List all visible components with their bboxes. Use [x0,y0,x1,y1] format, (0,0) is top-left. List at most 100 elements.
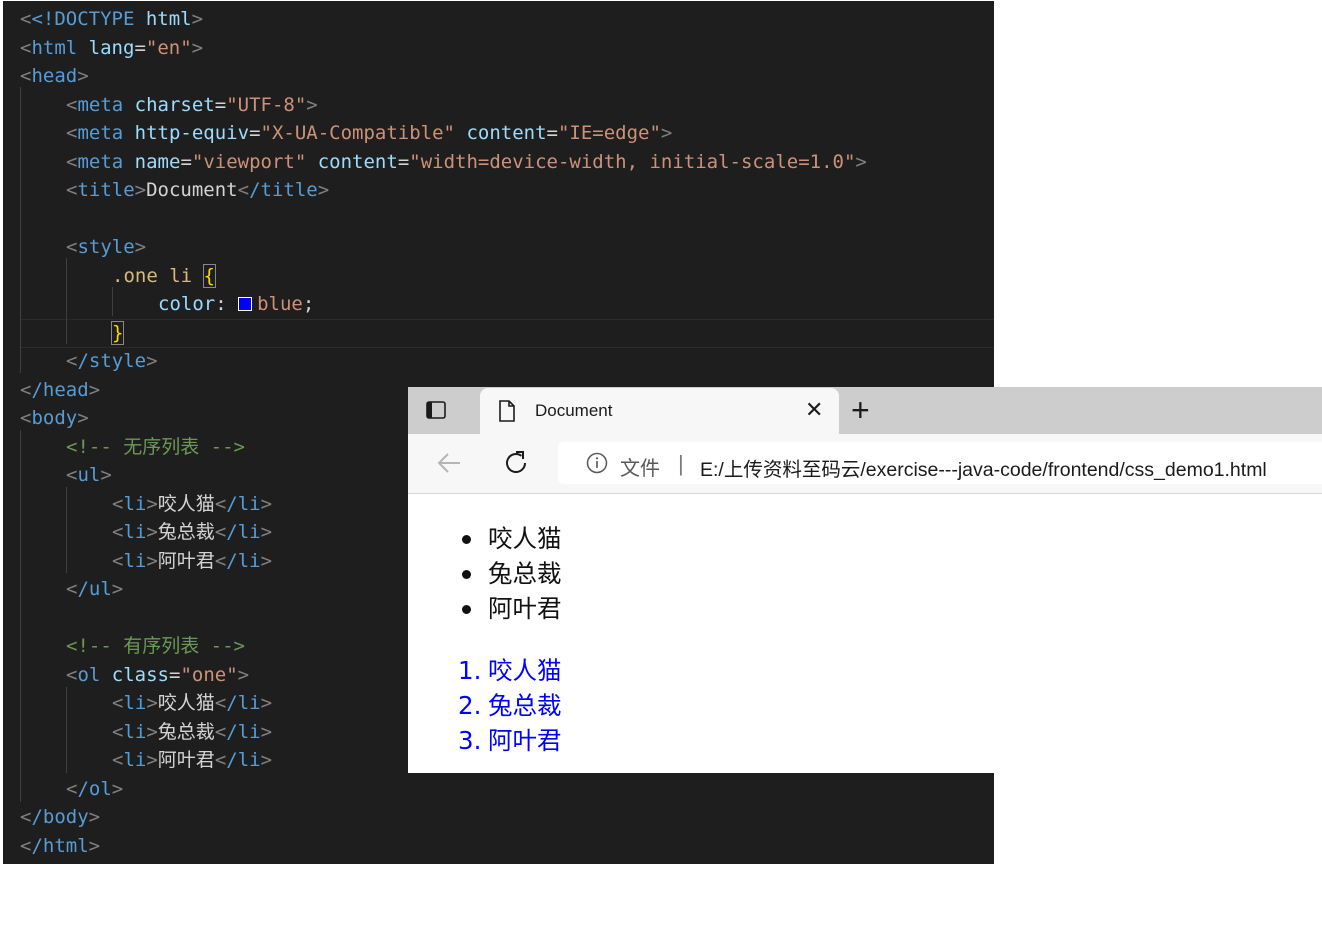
code-token: body [31,407,78,429]
code-token: <!DOCTYPE [31,8,135,30]
code-line: <li>兔总裁</li> [112,721,273,743]
tab-actions-icon[interactable] [425,399,447,421]
tab-document[interactable]: Document ✕ [480,388,839,434]
code-line: <<!DOCTYPE html> [20,8,204,30]
indent-guide [112,287,113,316]
code-token: "viewport" [191,151,307,173]
code-line: </body> [20,806,101,828]
code-token: lang [88,37,135,59]
code-token: charset [134,94,215,116]
code-token: content [317,151,398,173]
indent-guide [66,258,67,344]
indent-guide [20,87,21,373]
code-line: <head> [20,65,89,87]
code-token: /li [226,550,261,572]
code-line: .one li { [112,262,217,291]
code-line: } [110,319,125,348]
code-token: html [145,8,192,30]
list-item: 2. 兔总裁 [458,688,562,723]
indent-guide [66,687,67,773]
code-line: <html lang="en"> [20,37,204,59]
code-token: li [123,521,147,543]
code-line: <meta http-equiv="X-UA-Compatible" conte… [66,122,673,144]
tab-title: Document [535,401,613,420]
back-arrow-icon[interactable] [436,451,462,475]
file-label: 文件 [620,458,660,480]
code-token: head [31,65,78,87]
page-icon [499,400,515,422]
code-line: <li>兔总裁</li> [112,521,273,543]
indent-guide [66,487,67,573]
code-token: li [123,692,147,714]
list-item: 兔总裁 [462,556,562,591]
code-token: /style [77,350,147,372]
code-line: </ul> [66,578,124,600]
code-line: <!-- 有序列表 --> [66,632,245,661]
code-line: <meta name="viewport" content="width=dev… [66,151,867,173]
code-token: blue [257,293,303,315]
indent-guide [20,430,21,802]
code-token: 阿叶君 [157,749,215,771]
code-token: { [202,264,217,288]
info-icon[interactable] [586,452,608,474]
code-token: "en" [145,37,192,59]
bullet-icon [462,570,471,579]
code-token: 咬人猫 [157,493,215,515]
list-item-text: 阿叶君 [488,726,562,755]
list-item-text: 兔总裁 [488,691,562,720]
code-line: <style> [66,236,147,258]
code-token: /li [226,721,261,743]
code-line: </html> [20,835,101,857]
list-number: 2. [458,691,482,720]
url-text[interactable]: E:/上传资料至码云/exercise---java-code/frontend… [700,453,1267,482]
code-line: <ul> [66,464,112,486]
code-token: 兔总裁 [157,721,215,743]
page-viewport: 咬人猫 兔总裁 阿叶君 1. 咬人猫 2. 兔总裁 3. 阿叶君 [408,494,1322,773]
code-line: <li>阿叶君</li> [112,749,273,771]
list-item-text: 兔总裁 [488,559,562,588]
code-token: http-equiv [134,122,250,144]
browser-window: Document ✕ + 文件 | E:/上传资料至码云/exercise---… [408,387,1322,773]
code-line: <li>阿叶君</li> [112,550,273,572]
code-token: style [77,236,135,258]
address-separator: | [678,451,684,476]
list-item-text: 咬人猫 [488,524,562,553]
new-tab-button[interactable]: + [851,393,870,427]
code-token: ; [302,293,315,315]
code-token: } [110,321,125,345]
code-token: meta [77,151,124,173]
close-icon[interactable]: ✕ [805,399,823,421]
address-bar[interactable]: 文件 | E:/上传资料至码云/exercise---java-code/fro… [558,442,1322,484]
color-swatch[interactable] [238,297,253,311]
code-line: </head> [20,379,101,401]
list-item-text: 咬人猫 [488,656,562,685]
code-comment: <!-- 有序列表 --> [66,635,245,657]
code-token: /ul [77,578,112,600]
code-token: name [134,151,181,173]
toolbar: 文件 | E:/上传资料至码云/exercise---java-code/fro… [408,434,1322,494]
code-line: <!-- 无序列表 --> [66,433,245,462]
list-item-text: 阿叶君 [488,594,562,623]
code-token: Document [146,179,238,201]
code-token: html [31,37,78,59]
code-line: <body> [20,407,89,429]
list-item: 1. 咬人猫 [458,653,562,688]
code-token: class [111,664,169,686]
reload-icon[interactable] [502,449,530,477]
code-comment: <!-- 无序列表 --> [66,436,245,458]
code-token: 阿叶君 [157,550,215,572]
code-token: /ol [77,778,112,800]
code-token: /li [226,493,261,515]
code-line: <title>Document</title> [66,179,330,201]
code-token: meta [77,122,124,144]
code-token: color [158,293,216,315]
ordered-list: 1. 咬人猫 2. 兔总裁 3. 阿叶君 [458,653,562,758]
code-token: "one" [180,664,238,686]
tab-strip: Document ✕ + [408,387,1322,434]
code-token: : [215,293,239,315]
code-line: <meta charset="UTF-8"> [66,94,318,116]
code-line: <li>咬人猫</li> [112,493,273,515]
list-number: 1. [458,656,482,685]
bullet-icon [462,605,471,614]
current-line-highlight [20,319,994,348]
